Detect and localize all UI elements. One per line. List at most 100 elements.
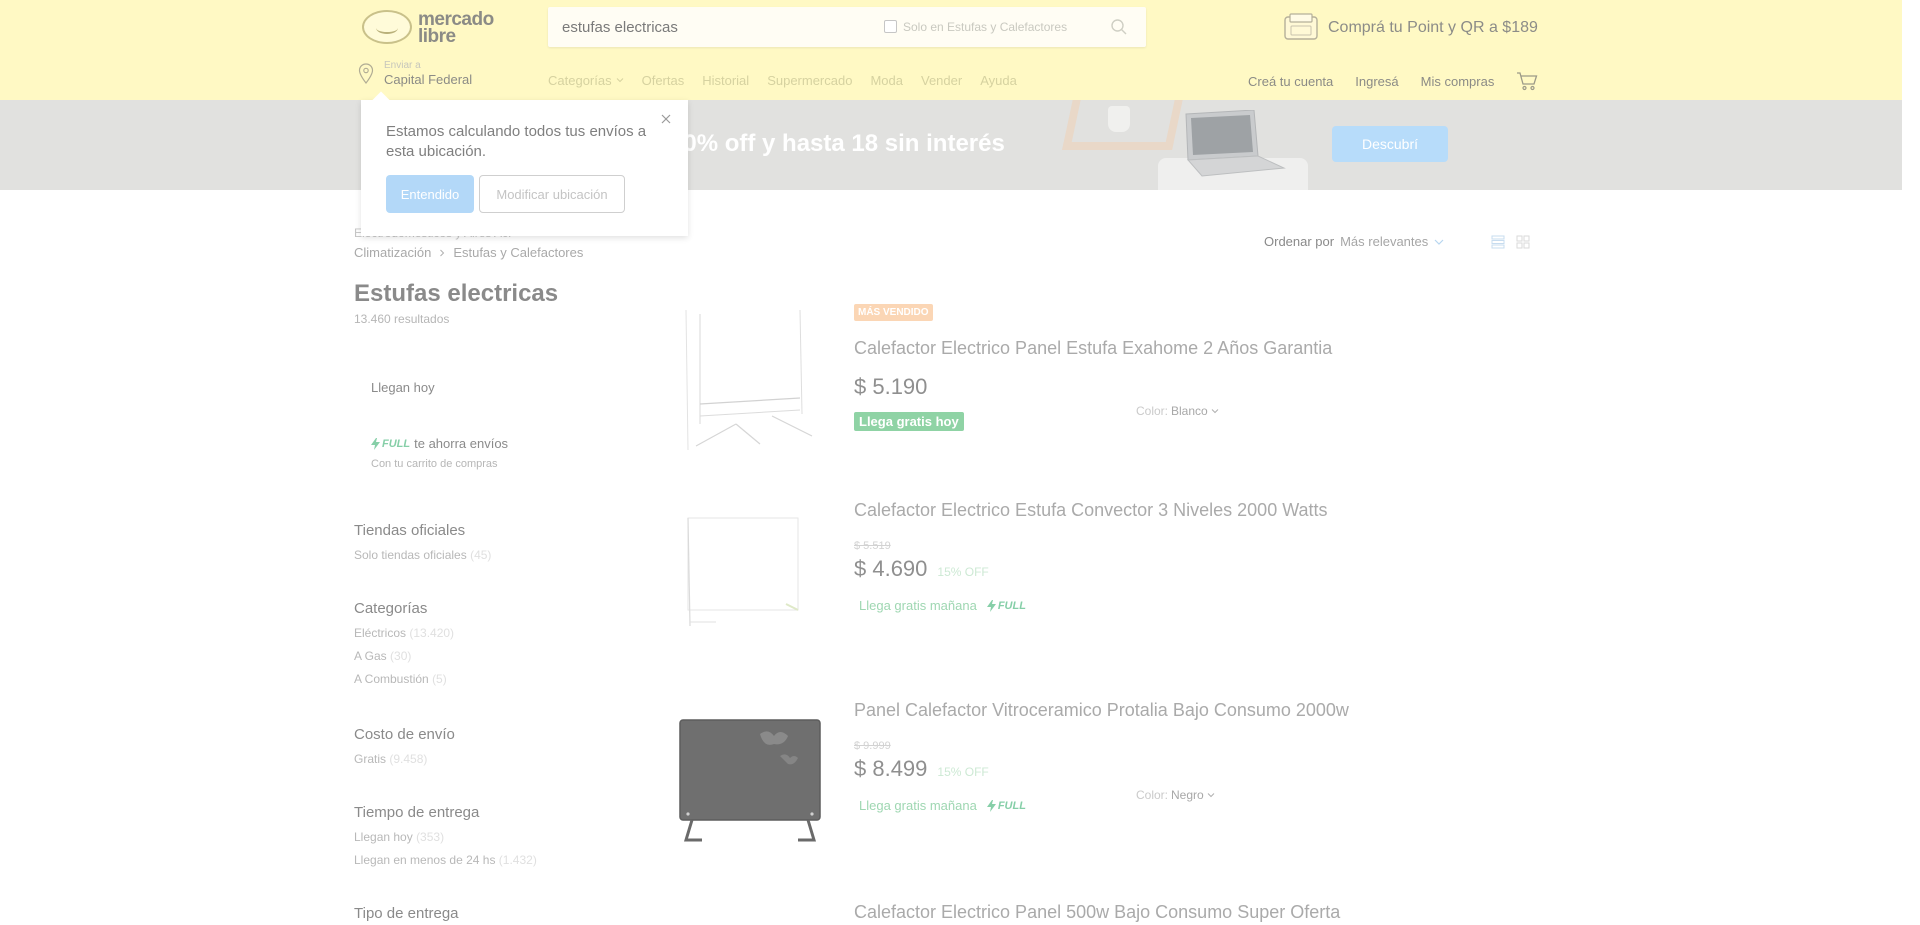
filter-option-count: (13.420) [409,626,455,640]
filter-option-label: A Combustión [354,672,429,686]
nav-supermercado[interactable]: Supermercado [767,72,852,88]
point-promo[interactable]: Comprá tu Point y QR a $189 [1284,13,1584,43]
full-subtext: Con tu carrito de compras [371,458,498,470]
sort-label: Ordenar por [1264,234,1335,249]
list-view-icon[interactable] [1491,235,1505,249]
result-old-price: $ 5.519 [854,540,891,552]
free-shipping-text: Llega gratis mañana [859,798,977,813]
nav-ofertas[interactable]: Ofertas [642,72,685,88]
result-title[interactable]: Calefactor Electrico Estufa Convector 3 … [854,500,1328,521]
color-selector[interactable]: Color: Blanco [1136,404,1219,418]
filter-option-count: (9.458) [389,752,428,766]
filter-option[interactable]: Llegan en menos de 24 hs (1.432) [354,853,537,867]
result-count: 13.460 resultados [354,312,450,326]
result-title[interactable]: Calefactor Electrico Panel Estufa Exahom… [854,338,1332,359]
filter-tipo-entrega: Tipo de entrega [354,905,459,922]
modify-location-button[interactable]: Modificar ubicación [479,175,625,213]
chevron-down-icon [1207,793,1215,798]
nav-vender[interactable]: Vender [921,72,962,88]
llegan-hoy-toggle[interactable]: Llegan hoy [371,380,435,395]
color-label: Color: [1136,404,1169,418]
breadcrumb: Climatización Estufas y Calefactores [354,245,583,260]
filter-option[interactable]: Gratis (9.458) [354,752,455,766]
understood-button[interactable]: Entendido [386,175,474,213]
result-item[interactable]: Calefactor Electrico Estufa Convector 3 … [676,500,1576,640]
close-icon[interactable] [659,112,673,126]
nav-moda[interactable]: Moda [870,72,903,88]
page-title: Estufas electricas [354,280,559,307]
promo-text[interactable]: Comprá tu Point y QR a $189 [1328,19,1538,37]
result-item[interactable]: Panel Calefactor Vitroceramico Protalia … [676,700,1576,850]
filter-option-label: Gratis [354,752,387,766]
filter-option[interactable]: Eléctricos (13.420) [354,626,454,640]
filter-title: Tiendas oficiales [354,522,466,539]
search-box: Solo en Estufas y Calefactores [548,7,1146,47]
point-device-icon [1284,13,1318,40]
my-purchases-link[interactable]: Mis compras [1421,74,1495,89]
filter-option-count: (45) [470,548,492,562]
filter-option-label: Eléctricos [354,626,407,640]
breadcrumb-item-estufas[interactable]: Estufas y Calefactores [453,245,583,260]
result-price: $ 5.190 [854,374,928,399]
filter-option-count: (353) [416,830,445,844]
filter-tiendas-oficiales: Tiendas oficiales Solo tiendas oficiales… [354,522,491,562]
chevron-down-icon [616,78,623,83]
full-label: FULL [997,799,1026,812]
chevron-down-icon [1211,409,1219,414]
best-seller-badge: MÁS VENDIDO [854,304,933,321]
filter-title: Tipo de entrega [354,905,459,922]
filter-option[interactable]: A Gas (30) [354,649,454,663]
user-nav: Creá tu cuenta Ingresá Mis compras [1248,71,1538,91]
sort-value[interactable]: Más relevantes [1340,234,1428,249]
chevron-down-icon [1434,239,1444,245]
filter-option-label: Solo tiendas oficiales [354,548,467,562]
result-price-value: $ 8.499 [854,756,928,781]
nav-categorias[interactable]: Categorías [548,72,624,88]
nav-ayuda[interactable]: Ayuda [980,72,1017,88]
search-category-checkbox[interactable] [884,20,897,33]
mercadolibre-logo[interactable]: mercado libre [362,8,502,48]
result-item[interactable]: Calefactor Electrico Panel 500w Bajo Con… [676,900,1576,925]
product-image[interactable] [676,514,824,630]
promo-banner[interactable]: a 40% off y hasta 18 sin interés Descubr… [0,100,1902,190]
free-shipping: Llega gratis mañana FULL [859,598,1026,613]
filter-categorias: Categorías Eléctricos (13.420) A Gas (30… [354,600,454,686]
logo-text: mercado libre [418,10,494,47]
color-value: Blanco [1171,404,1208,418]
result-item[interactable]: MÁS VENDIDO Calefactor Electrico Panel E… [676,304,1576,464]
result-title[interactable]: Calefactor Electrico Panel 500w Bajo Con… [854,902,1340,923]
free-shipping-text: Llega gratis mañana [859,598,977,613]
filter-option[interactable]: Solo tiendas oficiales (45) [354,548,491,562]
shipping-location[interactable]: Enviar a Capital Federal [358,60,488,90]
ship-label: Enviar a [384,60,421,71]
lightning-icon [371,437,380,450]
search-input[interactable] [562,17,862,37]
cart-icon[interactable] [1516,71,1538,91]
login-link[interactable]: Ingresá [1355,74,1398,89]
free-shipping: Llega gratis mañana FULL [859,798,1026,813]
search-category-checkbox-label[interactable]: Solo en Estufas y Calefactores [903,20,1067,34]
discover-button[interactable]: Descubrí [1332,126,1448,162]
popup-message: Estamos calculando todos tus envíos a es… [386,123,647,160]
color-selector[interactable]: Color: Negro [1136,788,1215,802]
filter-option[interactable]: A Combustión (5) [354,672,454,686]
nav-historial[interactable]: Historial [702,72,749,88]
full-promo: FULL te ahorra envíos [371,436,508,451]
location-pin-icon [358,63,374,84]
ship-city: Capital Federal [384,72,473,87]
product-image[interactable] [676,716,824,842]
result-title[interactable]: Panel Calefactor Vitroceramico Protalia … [854,700,1349,721]
search-icon[interactable] [1110,18,1128,36]
product-image[interactable] [676,304,824,456]
breadcrumb-item-climatizacion[interactable]: Climatización [354,245,431,260]
filter-option-label: A Gas [354,649,387,663]
banner-text: a 40% off y hasta 18 sin interés [650,130,1005,157]
color-value: Negro [1171,788,1204,802]
result-price-value: $ 4.690 [854,556,928,581]
sort-control[interactable]: Ordenar por Más relevantes [1264,234,1444,249]
grid-view-icon[interactable] [1516,235,1530,249]
create-account-link[interactable]: Creá tu cuenta [1248,74,1333,89]
filter-option[interactable]: Llegan hoy (353) [354,830,537,844]
free-shipping-today-badge: Llega gratis hoy [854,412,964,431]
logo-line-2: libre [418,26,456,47]
